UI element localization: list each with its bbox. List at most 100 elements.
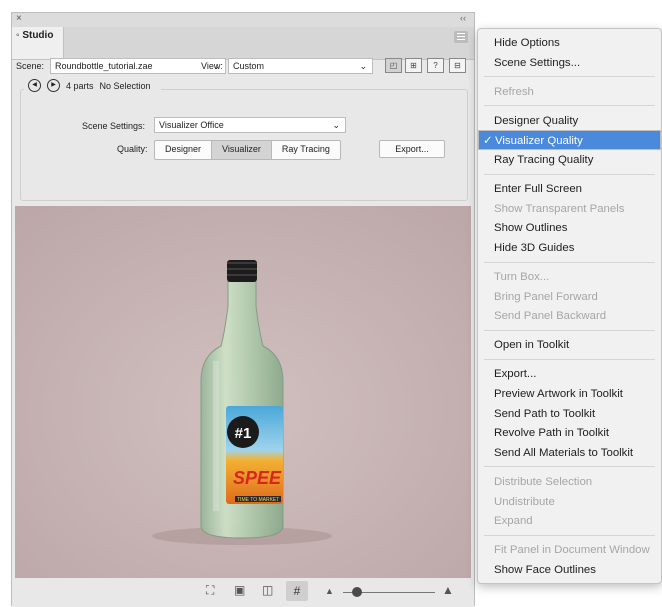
menu-item-send-panel-backward: Send Panel Backward [478, 306, 661, 326]
menu-separator [484, 105, 655, 107]
menu-item-bring-panel-forward: Bring Panel Forward [478, 287, 661, 307]
menu-item-open-in-toolkit[interactable]: Open in Toolkit [478, 335, 661, 355]
studio-panel: × ‹‹ ◦ Studio Scene: Roundbottle_tutoria… [11, 12, 475, 607]
menu-item-label: Distribute Selection [494, 475, 593, 488]
scene-settings-value: Visualizer Office [159, 120, 224, 130]
menu-item-refresh: Refresh [478, 82, 661, 102]
help-view-icon[interactable]: ? [427, 58, 444, 73]
menu-item-label: Show Transparent Panels [494, 202, 625, 215]
delete-view-icon[interactable]: ⊟ [449, 58, 466, 73]
menu-item-show-outlines[interactable]: Show Outlines [478, 218, 661, 238]
menu-item-label: Bring Panel Forward [494, 290, 598, 303]
close-icon[interactable]: × [16, 13, 22, 24]
cube-icon[interactable]: ◫ [262, 583, 273, 597]
scene-select-value: Roundbottle_tutorial.zae [55, 61, 153, 71]
menu-item-label: Expand [494, 515, 533, 528]
collapse-icon[interactable]: ‹‹ [460, 13, 466, 23]
menu-item-label: Export... [494, 368, 537, 381]
scene-label: Scene: [16, 61, 45, 71]
camera-view-icon[interactable]: ◰ [385, 58, 402, 73]
menu-item-show-transparent-panels: Show Transparent Panels [478, 199, 661, 219]
menu-item-label: Hide 3D Guides [494, 241, 575, 254]
menu-item-label: Revolve Path in Toolkit [494, 427, 610, 440]
menu-item-scene-settings[interactable]: Scene Settings... [478, 53, 661, 73]
view-select-value: Custom [233, 61, 265, 71]
menu-separator [484, 329, 655, 331]
3d-viewport[interactable]: #1 SPEE TIME TO MARKET [15, 206, 471, 578]
view-select[interactable]: Custom ⌄ [228, 58, 373, 74]
menu-item-revolve-path-in-toolkit[interactable]: Revolve Path in Toolkit [478, 423, 661, 443]
menu-item-label: Open in Toolkit [494, 339, 570, 352]
menu-item-label: Preview Artwork in Toolkit [494, 388, 623, 400]
menu-item-distribute-selection: Distribute Selection [478, 472, 661, 492]
menu-item-label: Undistribute [494, 495, 555, 508]
menu-item-undistribute: Undistribute [478, 492, 661, 512]
menu-separator [484, 358, 655, 360]
previous-part-icon[interactable]: ◀ [28, 79, 41, 92]
menu-item-label: Send All Materials to Toolkit [494, 446, 634, 459]
menu-separator [484, 173, 655, 175]
menu-item-preview-artwork-in-toolkit[interactable]: Preview Artwork in Toolkit [478, 384, 661, 404]
add-view-icon[interactable]: ⊞ [405, 58, 422, 73]
menu-item-hide-3d-guides[interactable]: Hide 3D Guides [478, 238, 661, 258]
menu-separator [484, 466, 655, 468]
menu-item-label: Hide Options [494, 37, 560, 49]
menu-item-show-face-outlines[interactable]: Show Face Outlines [478, 560, 661, 580]
checkmark-icon: ✓ [483, 135, 493, 148]
quality-label: Quality: [117, 144, 148, 154]
menu-item-label: Ray Tracing Quality [494, 154, 594, 166]
menu-item-enter-full-screen[interactable]: Enter Full Screen [478, 179, 661, 199]
menu-item-export[interactable]: Export... [478, 364, 661, 384]
menu-separator [484, 534, 655, 536]
menu-item-send-path-to-toolkit[interactable]: Send Path to Toolkit [478, 404, 661, 424]
scene-settings-label: Scene Settings: [82, 121, 146, 131]
menu-item-turn-box: Turn Box... [478, 267, 661, 287]
viewport-toolbar: ⛶ ▣ ◫ # ▲ ▲ [12, 579, 474, 607]
panel-titlebar: × ‹‹ [12, 13, 474, 27]
parts-navigator: ◀ ▶ 4 parts No Selection [24, 79, 161, 95]
menu-item-label: Fit Panel in Document Window [494, 544, 650, 557]
selection-status: No Selection [99, 80, 151, 91]
menu-item-designer-quality[interactable]: Designer Quality [478, 111, 661, 131]
next-part-icon[interactable]: ▶ [47, 79, 60, 92]
menu-item-label: Send Panel Backward [494, 310, 607, 323]
menu-item-label: Refresh [494, 85, 534, 98]
quality-designer[interactable]: Designer [155, 141, 213, 159]
scene-select[interactable]: Roundbottle_tutorial.zae ⌄ [50, 58, 226, 74]
menu-item-ray-tracing-quality[interactable]: Ray Tracing Quality [478, 150, 661, 170]
menu-item-label: Scene Settings... [494, 56, 581, 69]
frame-icon[interactable]: ▣ [234, 583, 245, 597]
menu-item-label: Show Outlines [494, 222, 568, 235]
menu-item-fit-panel-in-document-window: Fit Panel in Document Window [478, 540, 661, 560]
scene-row: Scene: Roundbottle_tutorial.zae ⌄ View: … [12, 57, 474, 77]
menu-item-label: Turn Box... [494, 271, 550, 283]
label-brand: SPEE [233, 468, 282, 488]
menu-separator [484, 76, 655, 78]
menu-separator [484, 261, 655, 263]
label-number: #1 [235, 425, 252, 442]
quality-ray-tracing[interactable]: Ray Tracing [272, 141, 340, 159]
bottle-render: #1 SPEE TIME TO MARKET [15, 206, 471, 578]
chevron-down-icon: ⌄ [359, 61, 367, 71]
grid-icon[interactable]: # [286, 581, 308, 601]
menu-item-label: Send Path to Toolkit [494, 407, 596, 420]
label-tagline: TIME TO MARKET [237, 497, 279, 503]
zoom-slider-knob[interactable] [352, 587, 362, 597]
zoom-out-icon[interactable]: ▲ [325, 586, 334, 596]
menu-item-label: Show Face Outlines [494, 563, 596, 576]
menu-item-label: Designer Quality [494, 114, 579, 127]
menu-item-hide-options[interactable]: Hide Options [478, 33, 661, 53]
panel-menu-button[interactable] [454, 31, 468, 43]
zoom-in-icon[interactable]: ▲ [442, 583, 454, 597]
export-button[interactable]: Export... [379, 140, 445, 158]
chevron-down-icon: ⌄ [332, 120, 340, 130]
tab-studio[interactable]: ◦ Studio [12, 27, 64, 59]
quality-segmented-control: Designer Visualizer Ray Tracing [154, 140, 341, 160]
fit-view-icon[interactable]: ⛶ [206, 583, 214, 598]
scene-settings-select[interactable]: Visualizer Office ⌄ [154, 117, 346, 133]
menu-item-label: Enter Full Screen [494, 183, 582, 196]
quality-visualizer[interactable]: Visualizer [212, 141, 272, 159]
menu-item-send-all-materials-to-toolkit[interactable]: Send All Materials to Toolkit [478, 443, 661, 463]
parts-count: 4 parts [66, 80, 94, 91]
menu-item-visualizer-quality[interactable]: ✓ Visualizer Quality [478, 130, 661, 151]
